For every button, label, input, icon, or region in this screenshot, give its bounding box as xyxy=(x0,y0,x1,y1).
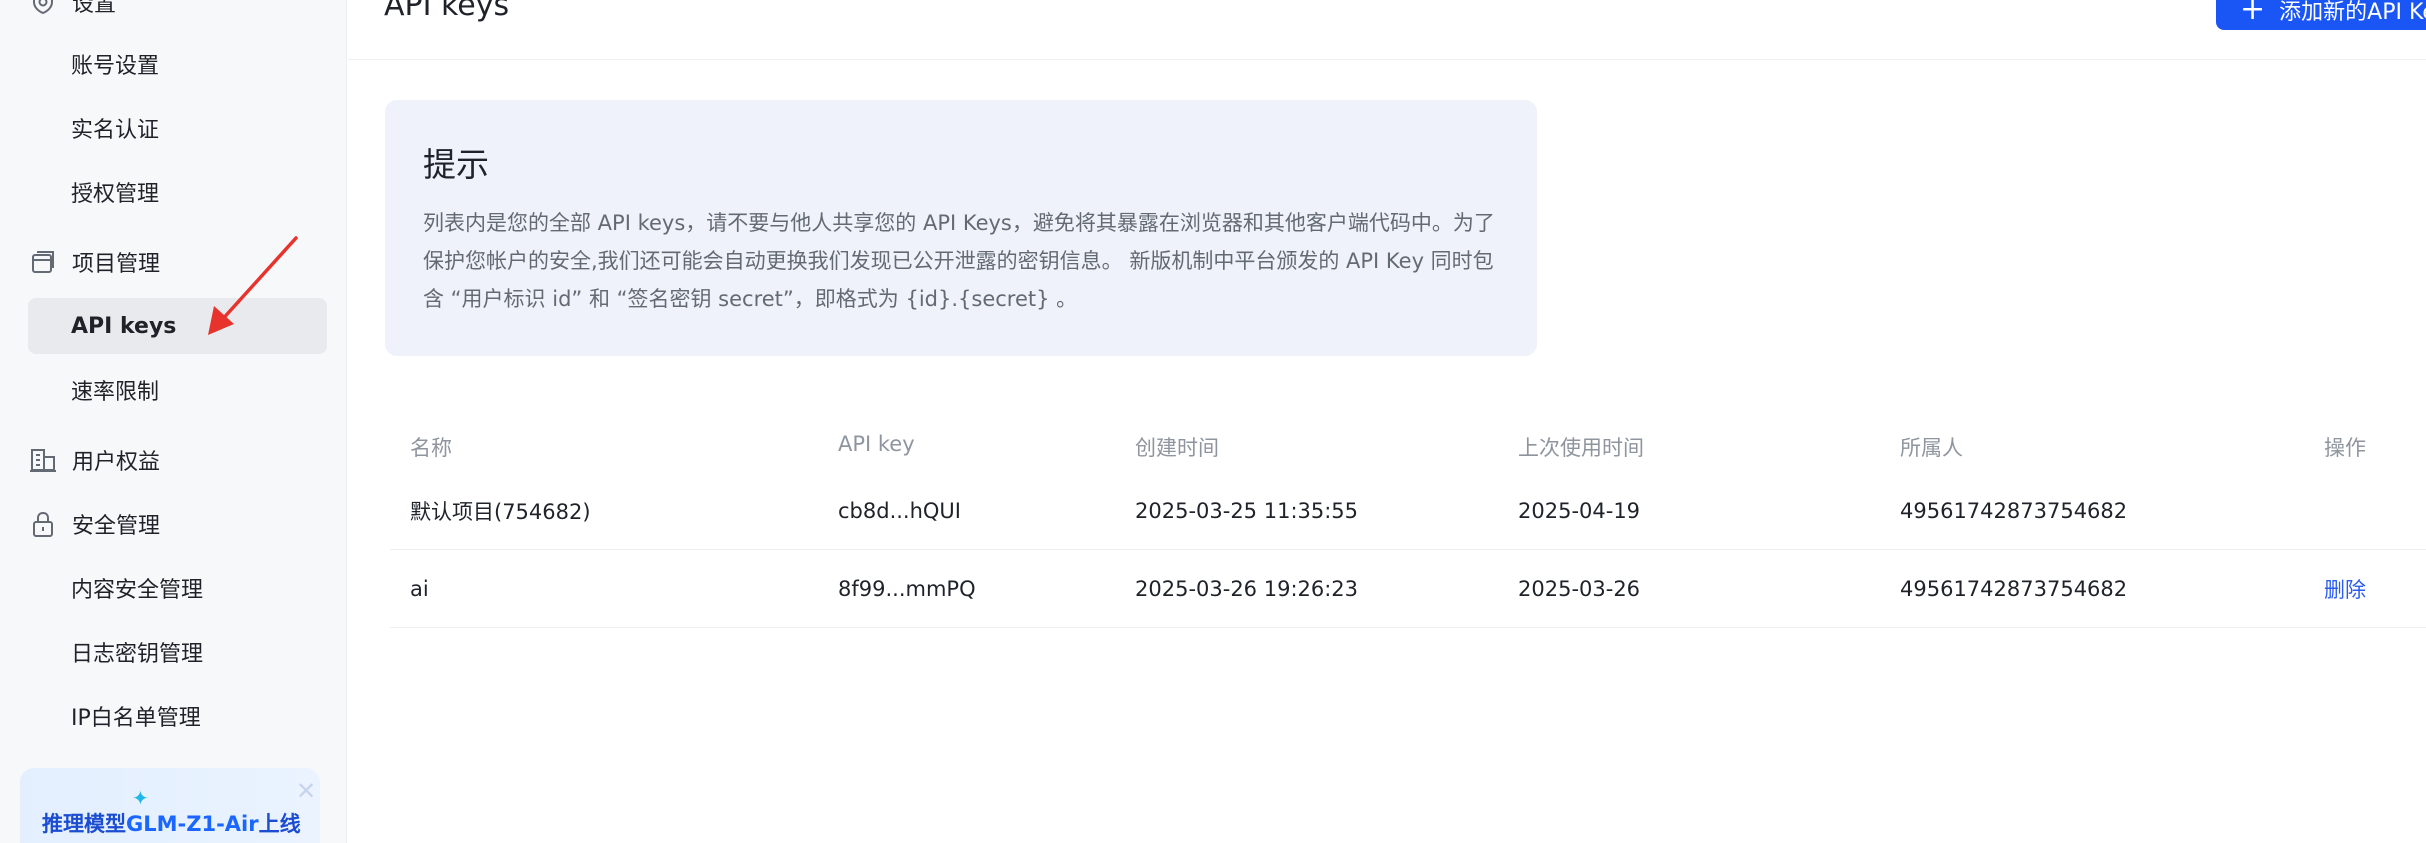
sidebar-item-log-key[interactable]: 日志密钥管理 xyxy=(28,624,327,680)
sidebar-group-label: 项目管理 xyxy=(72,252,161,277)
sidebar-item-rate-limit[interactable]: 速率限制 xyxy=(28,362,327,418)
promo-text: 推理模型GLM-Z1-Air上线 xyxy=(42,812,301,836)
key-last-used: 2025-03-26 xyxy=(1518,576,1641,601)
page-title: API keys xyxy=(384,0,510,23)
project-icon xyxy=(28,247,58,277)
sidebar-group-security[interactable]: 安全管理 xyxy=(28,500,160,548)
delete-button[interactable]: 删除 xyxy=(2324,550,2366,627)
tip-title: 提示 xyxy=(423,145,489,184)
tip-body: 列表内是您的全部 API keys，请不要与他人共享您的 API Keys，避免… xyxy=(423,211,1495,311)
close-icon[interactable]: ✕ xyxy=(296,777,316,805)
table-header-row: 名称 API key 创建时间 上次使用时间 所属人 操作 xyxy=(390,420,2426,472)
column-header-name: 名称 xyxy=(410,436,452,460)
add-api-key-label: 添加新的API Key xyxy=(2279,0,2426,25)
annotation-arrow-icon xyxy=(208,236,298,335)
sidebar-group-project[interactable]: 项目管理 xyxy=(28,238,160,286)
table-row: 默认项目(754682) cb8d...hQUI 2025-03-25 11:3… xyxy=(390,472,2426,550)
key-last-used: 2025-04-19 xyxy=(1518,498,1641,523)
lock-icon xyxy=(28,509,58,539)
table-row: ai 8f99...mmPQ 2025-03-26 19:26:23 2025-… xyxy=(390,550,2426,628)
key-owner: 49561742873754682 xyxy=(1900,576,2128,601)
key-created: 2025-03-26 19:26:23 xyxy=(1135,576,1359,601)
sparkle-icon: ✦ xyxy=(132,786,149,810)
plus-icon: + xyxy=(2240,0,2266,27)
settings-icon xyxy=(28,0,58,17)
sidebar-group-label: 设置 xyxy=(72,0,117,17)
api-keys-table: 名称 API key 创建时间 上次使用时间 所属人 操作 默认项目(75468… xyxy=(390,420,2426,628)
sidebar-item-real-name-auth[interactable]: 实名认证 xyxy=(28,100,327,156)
add-api-key-button[interactable]: + 添加新的API Key xyxy=(2216,0,2426,30)
tip-panel: 提示 列表内是您的全部 API keys，请不要与他人共享您的 API Keys… xyxy=(385,100,1537,356)
sidebar-item-account-settings[interactable]: 账号设置 xyxy=(28,36,327,92)
promo-banner[interactable]: ✦ ✕ 推理模型GLM-Z1-Air上线 xyxy=(20,768,320,843)
key-value: cb8d...hQUI xyxy=(838,498,961,523)
key-name: ai xyxy=(410,576,429,601)
key-created: 2025-03-25 11:35:55 xyxy=(1135,498,1359,523)
sidebar-item-ip-whitelist[interactable]: IP白名单管理 xyxy=(28,688,327,744)
sidebar: 设置 账号设置 实名认证 授权管理 项目管理 API keys 速率限制 用户权… xyxy=(0,0,347,843)
column-header-api-key: API key xyxy=(838,432,915,456)
sidebar-group-label: 安全管理 xyxy=(72,514,161,539)
sidebar-item-content-security[interactable]: 内容安全管理 xyxy=(28,560,327,616)
column-header-last-used: 上次使用时间 xyxy=(1518,436,1644,460)
sidebar-group-label: 用户权益 xyxy=(72,450,161,475)
key-value: 8f99...mmPQ xyxy=(838,576,976,601)
sidebar-group-user-rights[interactable]: 用户权益 xyxy=(28,436,160,484)
sidebar-group-settings[interactable]: 设置 xyxy=(28,0,116,26)
key-name: 默认项目(754682) xyxy=(410,499,591,524)
sidebar-item-authorization[interactable]: 授权管理 xyxy=(28,164,327,220)
building-icon xyxy=(28,445,58,475)
key-owner: 49561742873754682 xyxy=(1900,498,2128,523)
column-header-owner: 所属人 xyxy=(1900,436,1963,460)
column-header-created: 创建时间 xyxy=(1135,436,1219,460)
page-header: API keys + 添加新的API Key xyxy=(348,0,2426,60)
column-header-action: 操作 xyxy=(2324,436,2366,460)
